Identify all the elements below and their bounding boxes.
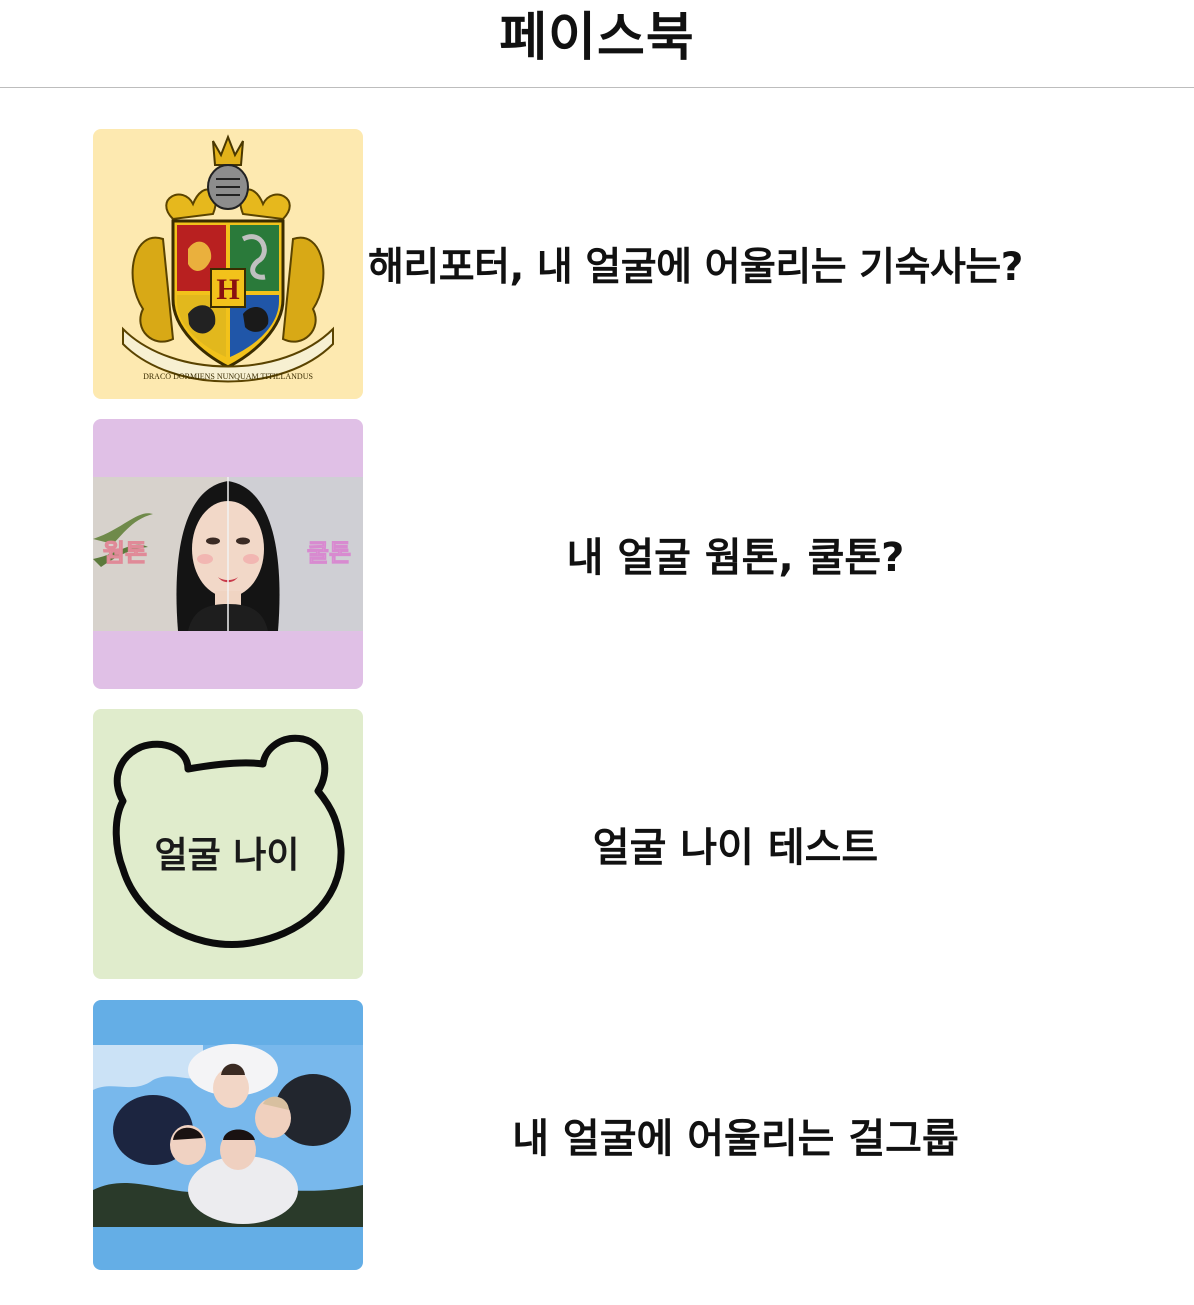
test-card-hogwarts[interactable]: H DRACO DORMIENS NUNQUAM TITILLANDUS 해리포… <box>93 129 1103 399</box>
test-card-girlgroup[interactable]: 내 얼굴에 어울리는 걸그룹 <box>93 1000 1103 1270</box>
test-card-title[interactable]: 내 얼굴 웜톤, 쿨톤? <box>368 419 1103 689</box>
bear-outline-icon: 얼굴 나이 <box>112 734 345 949</box>
face-photo-icon: 웜톤 쿨톤 <box>93 477 363 631</box>
thumbnail-face-age[interactable]: 얼굴 나이 <box>93 709 363 979</box>
test-card-title[interactable]: 내 얼굴에 어울리는 걸그룹 <box>368 1000 1103 1270</box>
warm-tone-label: 웜톤 <box>103 539 147 567</box>
crest-motto: DRACO DORMIENS NUNQUAM TITILLANDUS <box>143 372 313 381</box>
test-card-tone[interactable]: 웜톤 쿨톤 내 얼굴 웜톤, 쿨톤? <box>93 419 1103 689</box>
cool-tone-label: 쿨톤 <box>307 539 351 567</box>
thumbnail-hogwarts[interactable]: H DRACO DORMIENS NUNQUAM TITILLANDUS <box>93 129 363 399</box>
crest-letter: H <box>216 273 239 306</box>
hogwarts-crest-icon: H DRACO DORMIENS NUNQUAM TITILLANDUS <box>122 134 334 383</box>
test-card-face-age[interactable]: 얼굴 나이 얼굴 나이 테스트 <box>93 709 1103 979</box>
test-card-title[interactable]: 얼굴 나이 테스트 <box>368 709 1103 979</box>
thumbnail-girlgroup[interactable] <box>93 1000 363 1270</box>
test-card-title[interactable]: 해리포터, 내 얼굴에 어울리는 기숙사는? <box>368 129 1103 399</box>
face-age-label: 얼굴 나이 <box>154 835 299 876</box>
thumbnail-tone[interactable]: 웜톤 쿨톤 <box>93 419 363 689</box>
page-title: 페이스북 <box>499 8 695 68</box>
header: 페이스북 <box>0 0 1194 88</box>
group-photo-icon <box>93 1044 363 1227</box>
